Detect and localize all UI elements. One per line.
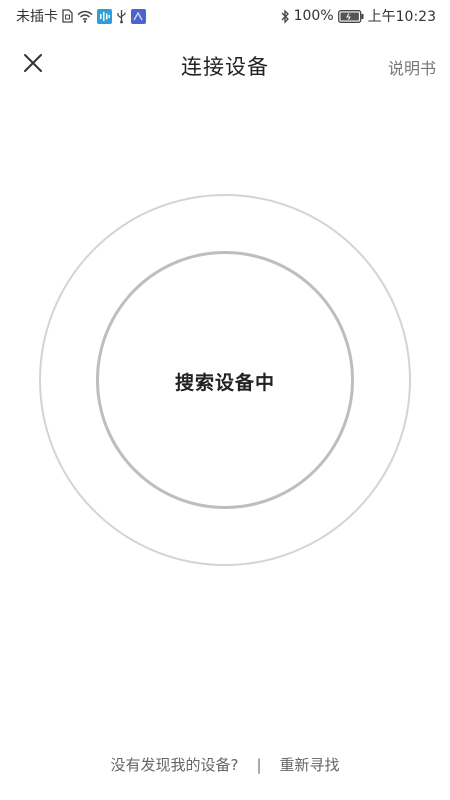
status-right: 100% 上午10:23 xyxy=(280,6,436,26)
app-icon xyxy=(131,8,146,24)
status-bar: 未插卡 100% 上午10:23 xyxy=(0,0,450,32)
app-header: 连接设备 说明书 xyxy=(0,38,450,92)
page-title: 连接设备 xyxy=(181,55,269,79)
footer-separator: | xyxy=(256,755,262,774)
footer: 没有发现我的设备? | 重新寻找 xyxy=(0,754,450,775)
device-not-found-text: 没有发现我的设备? xyxy=(110,756,239,774)
searching-status-text: 搜索设备中 xyxy=(174,372,275,394)
battery-icon xyxy=(337,8,364,24)
battery-percent: 100% xyxy=(293,8,334,24)
sim-icon xyxy=(62,8,73,24)
status-left: 未插卡 xyxy=(16,6,146,26)
carrier-text: 未插卡 xyxy=(16,9,58,25)
audio-app-icon xyxy=(97,8,112,24)
outer-ring xyxy=(39,194,411,566)
usb-icon xyxy=(116,8,127,24)
search-radar: 搜索设备中 xyxy=(0,0,450,800)
inner-ring xyxy=(96,251,354,509)
clock-time: 上午10:23 xyxy=(367,9,436,25)
wifi-icon xyxy=(77,8,93,24)
rescan-button[interactable]: 重新寻找 xyxy=(280,754,340,775)
manual-link[interactable]: 说明书 xyxy=(388,55,436,79)
bluetooth-icon xyxy=(280,8,290,24)
